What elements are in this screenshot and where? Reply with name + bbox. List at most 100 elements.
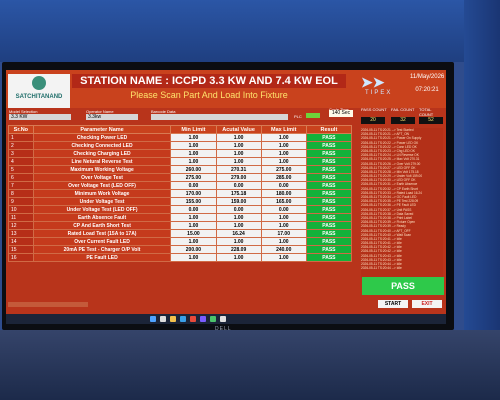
plc-label: PLC xyxy=(294,114,302,119)
row-parameter-name: Over Voltage Test xyxy=(32,173,172,182)
row-result: PASS xyxy=(305,237,353,246)
row-srno: 16 xyxy=(8,253,34,262)
row-max-limit: 240.00 xyxy=(260,245,307,254)
row-parameter-name: Rated Load Test (15A to 17A) xyxy=(32,229,172,238)
row-min-limit: 1.00 xyxy=(170,141,217,150)
table-row: 9 Under Voltage Test 155.00 159.00 165.00 PAS… xyxy=(8,197,353,206)
brand-mark-icon: ➤➤ xyxy=(361,74,385,90)
time-display: 07:20:21 xyxy=(415,87,439,93)
test-log-list[interactable]: 2026-05-11 TS:20:21 --> Test Started 2026… xyxy=(361,128,443,278)
row-max-limit: 275.00 xyxy=(260,165,307,174)
start-menu-icon[interactable] xyxy=(150,316,156,322)
row-srno: 10 xyxy=(8,205,34,214)
row-actual-value: 1.00 xyxy=(215,157,262,166)
table-row: 3 Checking Charging LED 1.00 1.00 1.00 PASS xyxy=(8,149,353,158)
edge-browser-icon[interactable] xyxy=(180,316,186,322)
row-min-limit: 1.00 xyxy=(170,237,217,246)
table-row: 15 20mA PE Test - Charger O/P Volt 200.00 2… xyxy=(8,245,353,254)
row-result: PASS xyxy=(305,181,353,190)
row-min-limit: 155.00 xyxy=(170,197,217,206)
logo-emblem-icon xyxy=(32,76,46,90)
row-parameter-name: CP And Earth Short Test xyxy=(32,221,172,230)
row-max-limit: 180.00 xyxy=(260,189,307,198)
row-actual-value: 279.00 xyxy=(215,173,262,182)
row-parameter-name: Over Voltage Test (LED OFF) xyxy=(32,181,172,190)
table-row: 12 CP And Earth Short Test 1.00 1.00 1.00 PAS… xyxy=(8,221,353,230)
brand-logo: ➤➤ TIPEX xyxy=(351,72,409,100)
horizontal-scrollbar[interactable] xyxy=(8,302,88,307)
row-min-limit: 1.00 xyxy=(170,221,217,230)
row-max-limit: 1.00 xyxy=(260,237,307,246)
row-result: PASS xyxy=(305,205,353,214)
overall-result-badge: PASS xyxy=(362,277,444,295)
row-max-limit: 1.00 xyxy=(260,149,307,158)
row-min-limit: 170.00 xyxy=(170,189,217,198)
barcode-field[interactable] xyxy=(151,114,288,120)
row-parameter-name: 20mA PE Test - Charger O/P Volt xyxy=(32,245,172,254)
row-actual-value: 1.00 xyxy=(215,237,262,246)
row-parameter-name: Earth Absence Fault xyxy=(32,213,172,222)
row-result: PASS xyxy=(305,173,353,182)
row-result: PASS xyxy=(305,189,353,198)
fail-count-value: 32 xyxy=(391,117,415,124)
row-max-limit: 1.00 xyxy=(260,141,307,150)
table-row: 5 Maximum Working Voltage 260.00 270.31 275.… xyxy=(8,165,353,174)
table-row: 8 Minimum Work Voltage 170.00 175.18 180.00 P… xyxy=(8,189,353,198)
row-max-limit: 285.00 xyxy=(260,173,307,182)
row-result: PASS xyxy=(305,245,353,254)
row-max-limit: 1.00 xyxy=(260,133,307,142)
row-result: PASS xyxy=(305,229,353,238)
start-button[interactable]: START xyxy=(378,300,408,308)
row-min-limit: 260.00 xyxy=(170,165,217,174)
file-explorer-icon[interactable] xyxy=(170,316,176,322)
row-result: PASS xyxy=(305,213,353,222)
row-actual-value: 16.24 xyxy=(215,229,262,238)
row-srno: 13 xyxy=(8,229,34,238)
app-icon-4[interactable] xyxy=(220,316,226,322)
model-select[interactable]: 3.3 KW xyxy=(9,114,71,120)
row-parameter-name: Line Netural Reverse Test xyxy=(32,157,172,166)
hmi-screen: SATCHITANAND STATION NAME : ICCPD 3.3 KW… xyxy=(6,70,446,314)
exit-button[interactable]: EXIT xyxy=(412,300,442,308)
title-bar: SATCHITANAND STATION NAME : ICCPD 3.3 KW… xyxy=(6,70,446,108)
row-srno: 5 xyxy=(8,165,34,174)
row-parameter-name: Minimum Work Voltage xyxy=(32,189,172,198)
col-header-srno: Sr.No xyxy=(8,125,34,134)
row-actual-value: 1.00 xyxy=(215,213,262,222)
logo-text: SATCHITANAND xyxy=(15,94,63,100)
row-parameter-name: Under Voltage Test (LED OFF) xyxy=(32,205,172,214)
row-result: PASS xyxy=(305,197,353,206)
row-actual-value: 0.00 xyxy=(215,181,262,190)
row-actual-value: 1.00 xyxy=(215,133,262,142)
row-parameter-name: Checking Power LED xyxy=(32,133,172,142)
app-icon[interactable] xyxy=(190,316,196,322)
row-srno: 7 xyxy=(8,181,34,190)
table-row: 4 Line Netural Reverse Test 1.00 1.00 1.00 PA… xyxy=(8,157,353,166)
col-header-actual: Acutal Value xyxy=(215,125,262,134)
row-srno: 2 xyxy=(8,141,34,150)
table-row: 13 Rated Load Test (15A to 17A) 15.00 16.24… xyxy=(8,229,353,238)
row-actual-value: 228.09 xyxy=(215,245,262,254)
table-row: 16 PE Fault LED 1.00 1.00 1.00 PASS xyxy=(8,253,353,262)
table-row: 10 Under Voltage Test (LED OFF) 0.00 0.00 0.… xyxy=(8,205,353,214)
row-actual-value: 175.18 xyxy=(215,189,262,198)
row-max-limit: 0.00 xyxy=(260,181,307,190)
row-actual-value: 1.00 xyxy=(215,221,262,230)
col-header-parameter: Parameter Name xyxy=(32,125,172,134)
brand-text: TIPEX xyxy=(365,90,393,96)
row-result: PASS xyxy=(305,133,353,142)
app-icon-2[interactable] xyxy=(200,316,206,322)
table-row: 11 Earth Absence Fault 1.00 1.00 1.00 PASS xyxy=(8,213,353,222)
cycle-time-value: 140 Sec xyxy=(329,110,353,117)
row-max-limit: 1.00 xyxy=(260,157,307,166)
app-icon-3[interactable] xyxy=(210,316,216,322)
row-min-limit: 15.00 xyxy=(170,229,217,238)
table-row: 14 Over Current Fault LED 1.00 1.00 1.00 PASS xyxy=(8,237,353,246)
operator-field[interactable]: 3.3kw xyxy=(86,114,138,120)
row-min-limit: 1.00 xyxy=(170,213,217,222)
search-icon[interactable] xyxy=(160,316,166,322)
row-max-limit: 0.00 xyxy=(260,205,307,214)
row-actual-value: 1.00 xyxy=(215,141,262,150)
row-min-limit: 0.00 xyxy=(170,205,217,214)
row-parameter-name: Over Current Fault LED xyxy=(32,237,172,246)
